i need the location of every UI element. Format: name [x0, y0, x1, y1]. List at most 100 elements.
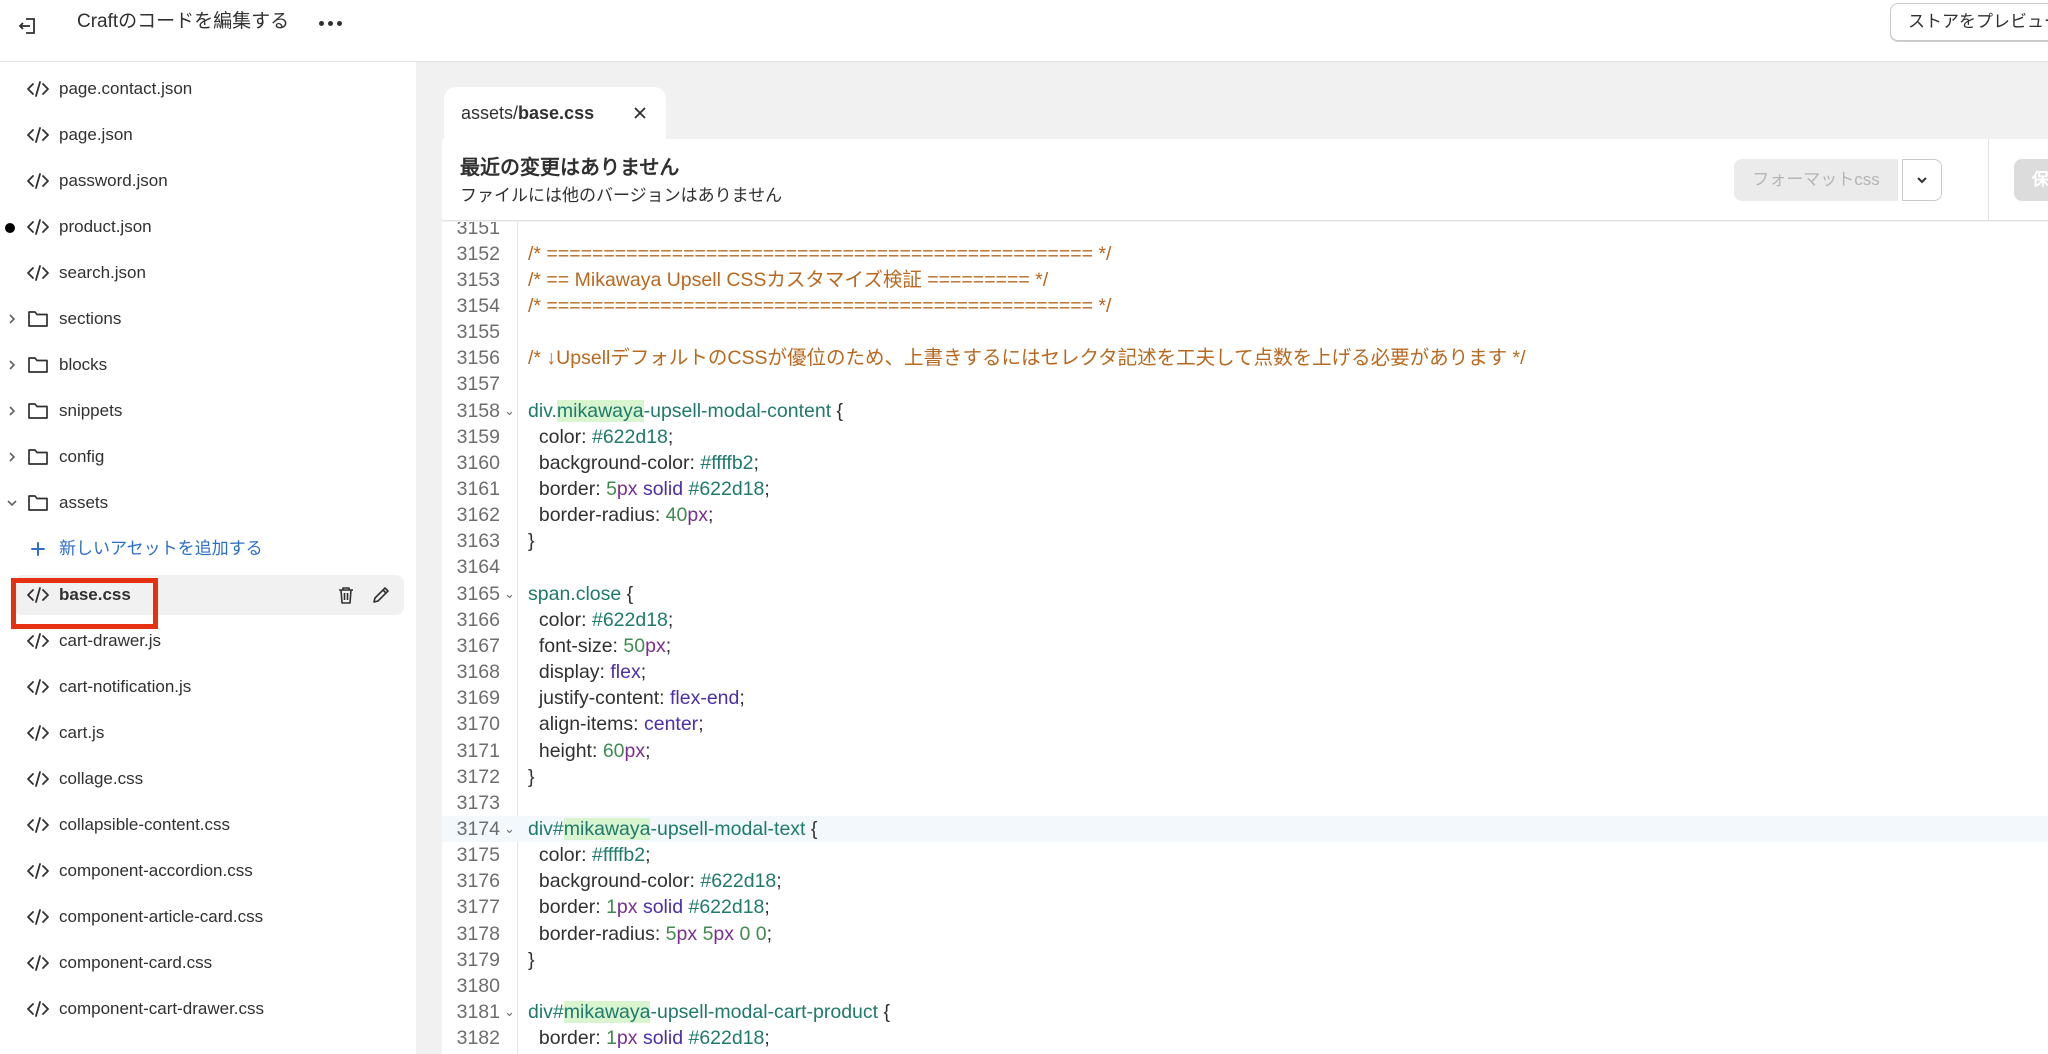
code-line[interactable]: 3176 background-color: #622d18; — [442, 868, 2048, 894]
line-number: 3178 — [456, 922, 500, 945]
folder-assets[interactable]: assets — [0, 483, 416, 523]
file-component-cart-drawer-css[interactable]: component-cart-drawer.css — [0, 989, 416, 1029]
tree-item-label: cart-notification.js — [59, 677, 192, 696]
code-text: border-radius: 40px; — [538, 504, 714, 527]
file-product-json[interactable]: product.json — [0, 207, 416, 247]
line-number: 3179 — [456, 948, 500, 971]
code-line[interactable]: 3152 /* =================================… — [442, 241, 2048, 267]
code-line[interactable]: 3174 ⌄ div#mikawaya-upsell-modal-text { — [442, 815, 2048, 843]
code-line[interactable]: 3171 height: 60px; — [442, 738, 2048, 764]
code-file-icon — [26, 907, 50, 927]
store-preview-button[interactable]: ストアをプレビュー — [1890, 3, 2048, 41]
file-collapsible-content-css[interactable]: collapsible-content.css — [0, 805, 416, 845]
file-search-json[interactable]: search.json — [0, 253, 416, 293]
line-number: 3167 — [456, 634, 500, 657]
line-number: 3151 — [456, 222, 500, 239]
code-text: justify-content: flex-end; — [538, 687, 745, 710]
add-asset-link[interactable]: 新しいアセットを追加する — [0, 529, 416, 569]
code-line[interactable]: 3182 border: 1px solid #622d18; — [442, 1025, 2048, 1051]
tab-base-css[interactable]: assets/base.css — [444, 87, 666, 139]
folder-icon — [26, 493, 50, 513]
code-text: div#mikawaya-upsell-modal-cart-product { — [528, 1001, 891, 1023]
code-line[interactable]: 3159 color: #622d18; — [442, 424, 2048, 450]
format-css-button[interactable]: フォーマットcss — [1734, 159, 1898, 201]
chevron-right-icon[interactable] — [5, 311, 19, 327]
fold-chevron-icon[interactable]: ⌄ — [504, 816, 515, 842]
file-password-json[interactable]: password.json — [0, 161, 416, 201]
code-text: display: flex; — [538, 661, 647, 684]
code-line[interactable]: 3168 display: flex; — [442, 659, 2048, 685]
line-number: 3176 — [456, 870, 500, 893]
file-page-json[interactable]: page.json — [0, 115, 416, 155]
fold-chevron-icon[interactable]: ⌄ — [504, 398, 515, 424]
folder-blocks[interactable]: blocks — [0, 345, 416, 385]
file-component-article-card-css[interactable]: component-article-card.css — [0, 897, 416, 937]
code-line[interactable]: 3158 ⌄ div.mikawaya-upsell-modal-content { — [442, 398, 2048, 424]
code-line[interactable]: 3164 — [442, 554, 2048, 580]
file-cart-drawer-js[interactable]: cart-drawer.js — [0, 621, 416, 661]
code-line[interactable]: 3162 border-radius: 40px; — [442, 502, 2048, 528]
code-line[interactable]: 3153 /* == Mikawaya Upsell CSSカスタマイズ検証 ==… — [442, 267, 2048, 293]
pencil-icon[interactable] — [370, 584, 392, 606]
code-line[interactable]: 3165 ⌄ span.close { — [442, 581, 2048, 607]
code-line[interactable]: 3175 color: #ffffb2; — [442, 842, 2048, 868]
line-number: 3161 — [456, 478, 500, 500]
code-line[interactable]: 3170 align-items: center; — [442, 711, 2048, 737]
file-component-card-css[interactable]: component-card.css — [0, 943, 416, 983]
tree-item-label: component-cart-drawer.css — [59, 999, 265, 1018]
code-file-icon — [26, 677, 50, 697]
code-area[interactable]: 3151 3152 /* =============================… — [442, 222, 2048, 1054]
code-line[interactable]: 3177 border: 1px solid #622d18; — [442, 894, 2048, 920]
chevron-down-icon — [1917, 177, 1927, 184]
close-tab-button[interactable] — [630, 103, 650, 123]
code-line[interactable]: 3172} — [442, 764, 2048, 790]
fold-chevron-icon[interactable]: ⌄ — [504, 999, 515, 1025]
code-line[interactable]: 3173 — [442, 790, 2048, 816]
line-number: 3180 — [456, 974, 500, 997]
folder-snippets[interactable]: snippets — [0, 391, 416, 431]
code-text: height: 60px; — [538, 739, 651, 762]
tree-item-label: password.json — [59, 171, 168, 190]
more-actions-button[interactable] — [312, 8, 348, 38]
code-line[interactable]: 3154 /* =================================… — [442, 293, 2048, 319]
trash-icon[interactable] — [335, 584, 357, 606]
page-title: Craftのコードを編集する — [77, 11, 290, 32]
code-line[interactable]: 3166 color: #622d18; — [442, 607, 2048, 633]
chevron-right-icon[interactable] — [5, 357, 19, 373]
code-text: background-color: #ffffb2; — [538, 451, 759, 474]
code-line[interactable]: 3169 justify-content: flex-end; — [442, 685, 2048, 711]
file-page-contact-json[interactable]: page.contact.json — [0, 69, 416, 109]
code-line[interactable]: 3151 — [442, 222, 2048, 241]
chevron-down-icon[interactable] — [5, 495, 19, 511]
file-base-css[interactable]: base.css — [0, 575, 416, 629]
code-line[interactable]: 3167 font-size: 50px; — [442, 633, 2048, 659]
line-number: 3160 — [456, 451, 500, 474]
file-cart-notification-js[interactable]: cart-notification.js — [0, 667, 416, 707]
code-line[interactable]: 3157 — [442, 371, 2048, 397]
code-line[interactable]: 3155 — [442, 319, 2048, 345]
chevron-right-icon[interactable] — [5, 449, 19, 465]
code-line[interactable]: 3163} — [442, 528, 2048, 554]
tree-item-label: 新しいアセットを追加する — [59, 539, 263, 558]
code-line[interactable]: 3161 border: 5px solid #622d18; — [442, 476, 2048, 502]
code-line[interactable]: 3179} — [442, 947, 2048, 973]
line-number: 3154 — [456, 294, 500, 317]
code-line[interactable]: 3160 background-color: #ffffb2; — [442, 450, 2048, 476]
code-line[interactable]: 3156 /* ↓UpsellデフォルトのCSSが優位のため、上書きするにはセレク… — [442, 345, 2048, 371]
code-file-icon — [26, 217, 50, 237]
save-button[interactable]: 保存 — [2014, 159, 2048, 201]
line-number: 3177 — [456, 896, 500, 919]
exit-button[interactable] — [8, 6, 48, 46]
format-options-dropdown[interactable] — [1902, 159, 1942, 201]
fold-chevron-icon[interactable]: ⌄ — [504, 581, 515, 607]
file-component-accordion-css[interactable]: component-accordion.css — [0, 851, 416, 891]
folder-config[interactable]: config — [0, 437, 416, 477]
code-line[interactable]: 3180 — [442, 973, 2048, 999]
code-line[interactable]: 3178 border-radius: 5px 5px 0 0; — [442, 921, 2048, 947]
code-line[interactable]: 3181 ⌄ div#mikawaya-upsell-modal-cart-prod… — [442, 999, 2048, 1025]
file-cart-js[interactable]: cart.js — [0, 713, 416, 753]
code-text: align-items: center; — [538, 713, 704, 736]
folder-sections[interactable]: sections — [0, 299, 416, 339]
file-collage-css[interactable]: collage.css — [0, 759, 416, 799]
chevron-right-icon[interactable] — [5, 403, 19, 419]
